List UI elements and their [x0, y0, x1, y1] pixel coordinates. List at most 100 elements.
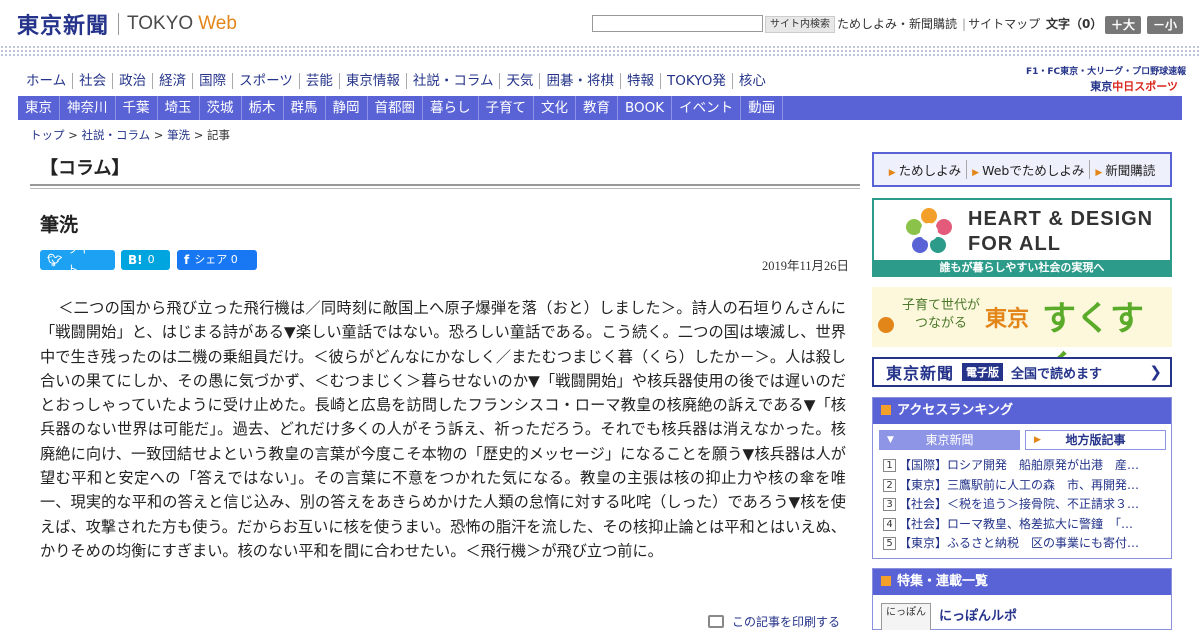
facebook-icon: f: [184, 253, 190, 267]
region-item-metro[interactable]: 首都圏: [368, 96, 423, 120]
nav-item-entertainment[interactable]: 芸能: [300, 73, 340, 89]
font-larger-button[interactable]: ＋大: [1105, 16, 1141, 34]
ranking-item[interactable]: 5 【東京】ふるさと納税 区の事業にも寄付…: [883, 534, 1165, 554]
chunichi-main: 東京中日スポーツ: [1026, 78, 1178, 94]
sukusuku-tagline-2: つながる: [915, 316, 968, 331]
region-item-book[interactable]: BOOK: [618, 96, 673, 120]
heart-design-banner[interactable]: HEART & DESIGN FOR ALL 誰もが暮らしやすい社会の実現へ: [872, 198, 1172, 277]
facebook-share-button[interactable]: f シェア 0: [177, 250, 257, 270]
sukusuku-banner[interactable]: 子育て世代が つながる 東京 すくすく: [872, 287, 1172, 388]
print-label: この記事を印刷する: [732, 615, 841, 629]
region-item-culture[interactable]: 文化: [534, 96, 576, 120]
region-item-education[interactable]: 教育: [576, 96, 618, 120]
region-item-gunma[interactable]: 群馬: [284, 96, 326, 120]
nav-item-tokyo-info[interactable]: 東京情報: [340, 73, 407, 89]
heart-design-logo-icon: [906, 208, 952, 253]
logo-divider: [118, 13, 120, 35]
ranking-number: 1: [883, 459, 896, 473]
font-smaller-button[interactable]: －小: [1147, 16, 1183, 34]
feature-item-title[interactable]: にっぽんルポ: [939, 605, 1017, 624]
nav-item-kakushin[interactable]: 核心: [733, 73, 772, 89]
region-item-parenting[interactable]: 子育て: [479, 96, 534, 120]
region-item-living[interactable]: 暮らし: [423, 96, 479, 120]
sukusuku-tagline: 子育て世代が つながる: [902, 297, 980, 333]
trial-read-label: ためしよみ: [898, 163, 962, 178]
ranking-item[interactable]: 4 【社会】ローマ教皇、格差拡大に警鐘 「…: [883, 515, 1165, 535]
facebook-share-label: シェア 0: [194, 253, 238, 266]
web-trial-link[interactable]: ▶ Webでためしよみ: [967, 160, 1091, 179]
epaper-banner[interactable]: 東京新聞 電子版 全国で読めます ❯: [872, 357, 1172, 387]
nav-item-sports[interactable]: スポーツ: [233, 73, 300, 89]
nav-item-tokyo-hatsu[interactable]: TOKYO発: [661, 73, 733, 89]
site-search-input[interactable]: [592, 15, 763, 32]
article-date: 2019年11月26日: [761, 259, 849, 273]
epaper-badge: 電子版: [962, 363, 1004, 381]
ranking-item[interactable]: 1 【国際】ロシア開発 船舶原発が出港 産…: [883, 456, 1165, 476]
heart-design-line2: FOR ALL: [968, 233, 1061, 255]
region-item-ibaraki[interactable]: 茨城: [200, 96, 242, 120]
site-logo[interactable]: 東京新聞 TOKYO Web: [17, 10, 237, 39]
feature-thumbnail[interactable]: にっぽん: [881, 603, 931, 630]
epaper-logo: 東京新聞: [886, 364, 955, 383]
region-item-shizuoka[interactable]: 静岡: [326, 96, 368, 120]
trial-subscribe-link[interactable]: ためしよみ・新聞購読: [837, 17, 957, 31]
heart-design-line1: HEART & DESIGN: [968, 208, 1154, 230]
print-article-link[interactable]: この記事を印刷する: [708, 613, 840, 630]
ranking-title: アクセスランキング: [897, 403, 1013, 418]
square-icon: [881, 576, 891, 586]
tweet-button[interactable]: 🐦︎ ツイート: [40, 243, 115, 276]
nav-item-economy[interactable]: 経済: [153, 73, 194, 89]
ranking-number: 5: [883, 537, 896, 551]
section-title: 【コラム】: [40, 158, 130, 179]
breadcrumb-hissen[interactable]: 筆洗: [167, 128, 190, 142]
region-item-tochigi[interactable]: 栃木: [242, 96, 284, 120]
hatena-bookmark-button[interactable]: B! 0: [121, 250, 170, 270]
nav-item-international[interactable]: 国際: [193, 73, 234, 89]
ranking-item[interactable]: 2 【東京】三鷹駅前に人工の森 市、再開発…: [883, 476, 1165, 496]
chunichi-sports-banner[interactable]: F1・FC東京・大リーグ・プロ野球速報 東京中日スポーツ: [1026, 64, 1186, 94]
region-item-tokyo[interactable]: 東京: [18, 96, 60, 120]
breadcrumb-top[interactable]: トップ: [30, 128, 65, 142]
nav-item-editorial[interactable]: 社説・コラム: [407, 73, 501, 89]
ranking-text: 【東京】ふるさと納税 区の事業にも寄付…: [899, 536, 1140, 550]
breadcrumb-sep: >: [68, 128, 78, 142]
breadcrumb-current: 記事: [207, 128, 231, 142]
nav-item-special-report[interactable]: 特報: [621, 73, 661, 89]
nav-item-home[interactable]: ホーム: [20, 73, 74, 89]
region-item-kanagawa[interactable]: 神奈川: [60, 96, 116, 120]
ranking-item[interactable]: 3 【社会】＜税を追う＞接骨院、不正請求３…: [883, 495, 1165, 515]
access-ranking: アクセスランキング ▼ 東京新聞 ▶ 地方版記事 1 【国際】ロシア開発 船舶原発が出…: [872, 397, 1172, 559]
section-divider: [30, 184, 860, 189]
main-nav: ホーム 社会 政治 経済 国際 スポーツ 芸能 東京情報 社説・コラム 天気 囲…: [20, 70, 772, 92]
sitemap-link[interactable]: サイトマップ: [968, 17, 1040, 31]
hatena-icon: B!: [128, 253, 143, 267]
nav-item-weather[interactable]: 天気: [500, 73, 541, 89]
subscribe-link[interactable]: ▶ 新聞購読: [1090, 160, 1160, 179]
chunichi-prefix: 東京: [1090, 80, 1113, 93]
flower-icon: [878, 317, 894, 333]
breadcrumb-editorial[interactable]: 社説・コラム: [81, 128, 150, 142]
nav-item-society[interactable]: 社会: [73, 73, 114, 89]
ranking-tab-tokyo[interactable]: ▼ 東京新聞: [879, 430, 1020, 450]
article-title: 筆洗: [40, 214, 79, 236]
breadcrumb-sep: >: [153, 128, 164, 142]
logo-kanji: 東京新聞: [17, 13, 110, 39]
logo-tokyo: TOKYO: [127, 13, 194, 34]
trial-links-box: ▶ ためしよみ ▶ Webでためしよみ ▶ 新聞購読: [872, 152, 1172, 187]
ranking-number: 2: [883, 478, 896, 492]
features-box: 特集・連載一覧 にっぽん にっぽんルポ: [872, 568, 1172, 630]
breadcrumb: トップ > 社説・コラム > 筆洗 > 記事: [30, 127, 230, 143]
ranking-tab-local[interactable]: ▶ 地方版記事: [1025, 430, 1166, 450]
site-header: 東京新聞 TOKYO Web サイト内検索 ためしよみ・新聞購読 | サイトマップ …: [0, 0, 1200, 46]
util-divider: |: [962, 17, 967, 31]
site-search-button[interactable]: サイト内検索: [765, 16, 835, 33]
region-item-video[interactable]: 動画: [741, 96, 784, 120]
trial-read-link[interactable]: ▶ ためしよみ: [884, 160, 968, 179]
region-item-chiba[interactable]: 千葉: [116, 96, 158, 120]
region-item-saitama[interactable]: 埼玉: [158, 96, 200, 120]
ranking-header: アクセスランキング: [873, 398, 1171, 424]
region-item-event[interactable]: イベント: [672, 96, 742, 120]
nav-item-go-shogi[interactable]: 囲碁・将棋: [540, 73, 621, 89]
nav-item-politics[interactable]: 政治: [113, 73, 154, 89]
square-icon: [881, 405, 891, 415]
